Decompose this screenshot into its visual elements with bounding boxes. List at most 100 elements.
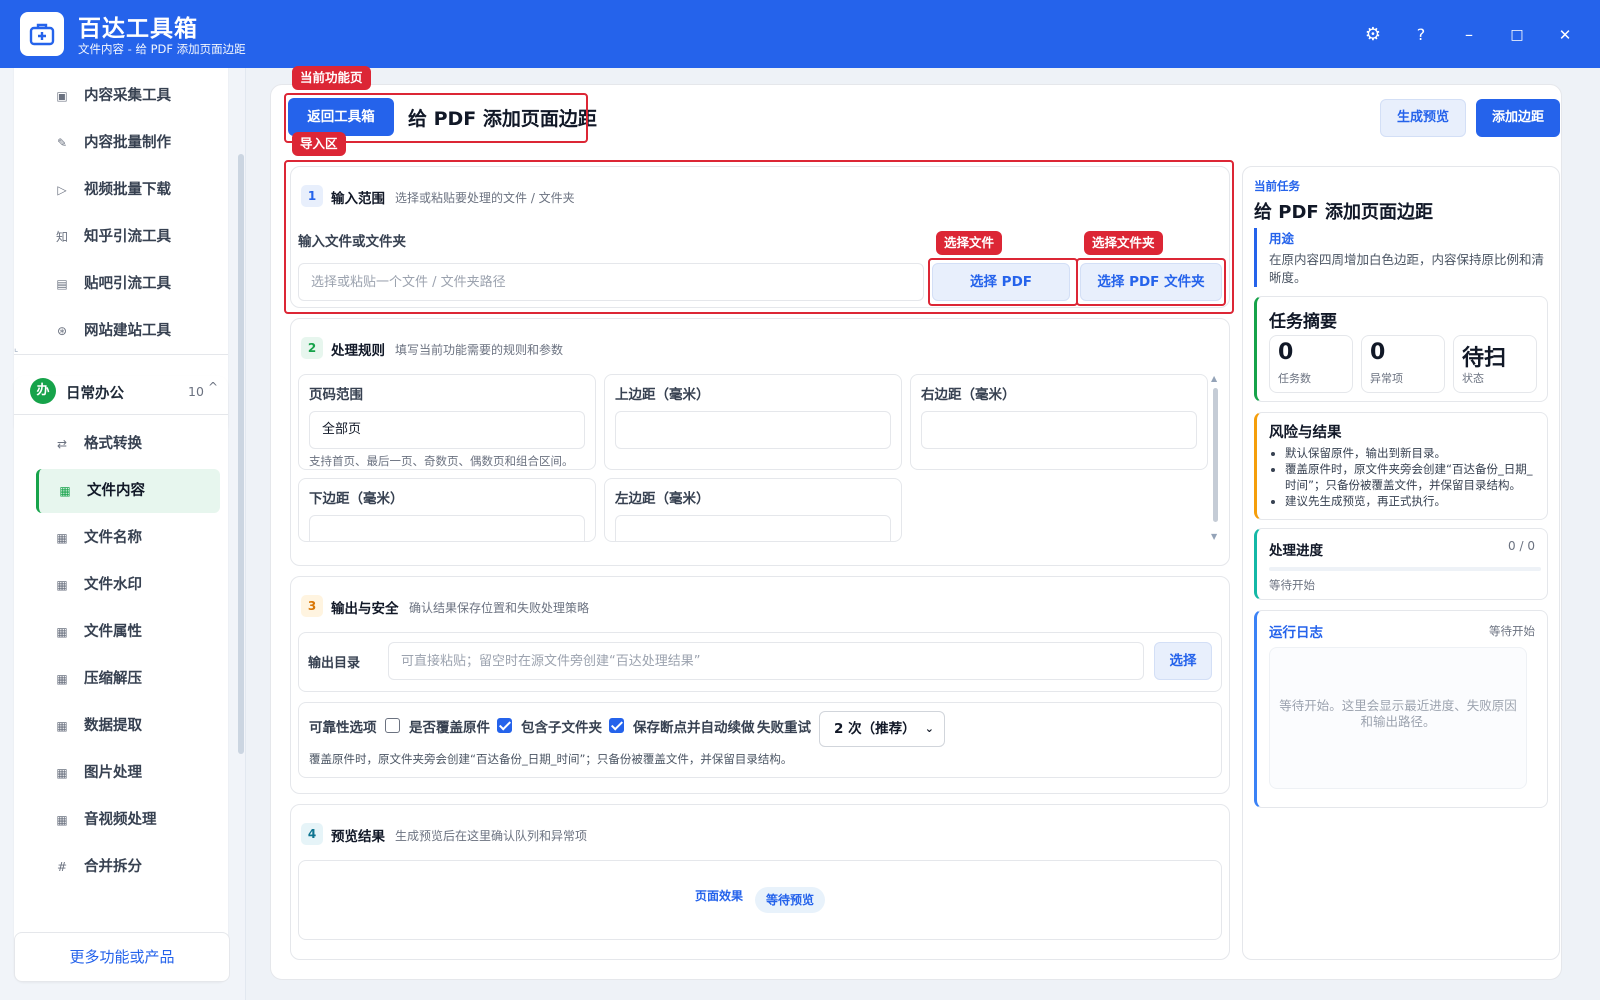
generate-preview-button[interactable]: 生成预览 <box>1380 99 1466 137</box>
sidebar-item-image[interactable]: ▦ 图片处理 <box>36 751 220 795</box>
reliability-label: 可靠性选项 <box>309 720 377 736</box>
bottom-margin-label: 下边距（毫米） <box>309 491 404 507</box>
right-margin-input[interactable] <box>921 411 1197 449</box>
left-margin-input[interactable] <box>615 515 891 541</box>
grid-icon: ▦ <box>56 578 68 592</box>
left-margin-label: 左边距（毫米） <box>615 491 710 507</box>
top-margin-input[interactable] <box>615 411 891 449</box>
current-task-label: 当前任务 <box>1254 179 1300 193</box>
sidebar-item-data-extract[interactable]: ▦ 数据提取 <box>36 704 220 748</box>
sidebar-item-file-watermark[interactable]: ▦ 文件水印 <box>36 563 220 607</box>
sidebar-item-zhihu[interactable]: 知 知乎引流工具 <box>36 215 220 259</box>
more-products-button[interactable]: 更多功能或产品 <box>14 932 230 982</box>
sidebar-item-file-content[interactable]: ▦ 文件内容 <box>36 469 220 513</box>
sidebar-item-label: 文件属性 <box>84 624 142 640</box>
progress-bar <box>1269 567 1541 571</box>
scroll-up-icon[interactable]: ▲ <box>1211 374 1217 383</box>
section-number: 4 <box>301 823 323 845</box>
sidebar-item-audio-video[interactable]: ▦ 音视频处理 <box>36 798 220 842</box>
add-margin-button[interactable]: 添加边距 <box>1476 99 1560 137</box>
sidebar-item-video-download[interactable]: ▷ 视频批量下载 <box>36 168 220 212</box>
sidebar-item-label: 文件内容 <box>87 483 145 499</box>
video-icon: ▷ <box>57 183 67 197</box>
stat-label: 任务数 <box>1278 372 1311 385</box>
stat-label: 状态 <box>1462 372 1484 385</box>
sidebar-item-file-name[interactable]: ▦ 文件名称 <box>36 516 220 560</box>
stat-exceptions: 0 异常项 <box>1361 335 1445 393</box>
tieba-icon: ▤ <box>56 277 68 291</box>
sidebar-item-label: 视频批量下载 <box>84 182 171 198</box>
log-output[interactable]: 等待开始。这里会显示最近进度、失败原因和输出路径。 <box>1269 647 1527 789</box>
resume-checkbox[interactable] <box>609 718 624 733</box>
minimize-icon[interactable]: – <box>1456 22 1482 48</box>
summary-title: 任务摘要 <box>1269 312 1337 332</box>
sidebar-item-label: 贴吧引流工具 <box>84 276 171 292</box>
group-name: 日常办公 <box>66 386 124 402</box>
sidebar-item-tieba[interactable]: ▤ 贴吧引流工具 <box>36 262 220 306</box>
rules-scrollbar[interactable] <box>1213 388 1218 522</box>
chevron-up-icon: ^ <box>208 380 219 394</box>
preview-area: 页面效果 等待预览 <box>298 860 1222 940</box>
close-icon[interactable]: ✕ <box>1552 22 1578 48</box>
help-icon[interactable]: ? <box>1408 22 1434 48</box>
risk-card: 风险与结果 默认保留原件，输出到新目录。 覆盖原件时，原文件夹旁会创建“百达备份… <box>1254 412 1548 520</box>
summary-card: 任务摘要 0 任务数 0 异常项 待扫 状态 <box>1254 296 1548 402</box>
risk-title: 风险与结果 <box>1269 425 1342 441</box>
stat-label: 异常项 <box>1370 372 1403 385</box>
stat-tasks: 0 任务数 <box>1269 335 1353 393</box>
subfolder-checkbox[interactable] <box>497 718 512 733</box>
maximize-icon[interactable]: □ <box>1504 22 1530 48</box>
overwrite-checkbox[interactable] <box>385 718 400 733</box>
sidebar-scrollbar[interactable] <box>238 154 244 754</box>
grid-icon: ▦ <box>56 766 68 780</box>
annotation-current-page-tag: 当前功能页 <box>292 66 371 90</box>
risk-list: 默认保留原件，输出到新目录。 覆盖原件时，原文件夹旁会创建“百达备份_日期_时间… <box>1269 445 1541 509</box>
page-range-label: 页码范围 <box>309 387 363 403</box>
sidebar-item-label: 格式转换 <box>84 436 142 452</box>
group-badge: 办 <box>30 378 56 404</box>
sidebar-item-label: 内容采集工具 <box>84 88 171 104</box>
bottom-margin-field: 下边距（毫米） <box>298 478 596 542</box>
sidebar-item-label: 文件名称 <box>84 530 142 546</box>
preview-label: 页面效果 <box>695 889 744 903</box>
right-margin-field: 右边距（毫米） <box>910 374 1208 470</box>
sidebar-item-merge-split[interactable]: # 合并拆分 <box>36 845 220 889</box>
output-dir-input[interactable] <box>388 642 1144 680</box>
zhihu-icon: 知 <box>55 230 68 244</box>
progress-title: 处理进度 <box>1269 543 1323 559</box>
choose-output-button[interactable]: 选择 <box>1154 642 1212 680</box>
section-title: 预览结果 <box>331 829 385 845</box>
sidebar-item-label: 音视频处理 <box>84 812 157 828</box>
annotation-choose-file-box <box>928 258 1078 306</box>
sidebar-item-content-collect[interactable]: ▣ 内容采集工具 <box>36 74 220 118</box>
risk-item: 建议先生成预览，再正式执行。 <box>1285 493 1541 509</box>
subfolder-label: 包含子文件夹 <box>521 720 602 736</box>
section-title: 输出与安全 <box>331 601 399 617</box>
sidebar-group-header[interactable]: 办 日常办公 10 ^ <box>30 376 222 412</box>
sidebar-item-website[interactable]: ⊛ 网站建站工具 <box>36 309 220 353</box>
grid-icon: ▦ <box>56 719 68 733</box>
grid-icon: ▦ <box>56 625 68 639</box>
grid-icon: ▦ <box>56 672 68 686</box>
sidebar-item-label: 压缩解压 <box>84 671 142 687</box>
sidebar-item-file-attributes[interactable]: ▦ 文件属性 <box>36 610 220 654</box>
log-title: 运行日志 <box>1269 625 1323 641</box>
app-subtitle: 文件内容 - 给 PDF 添加页面边距 <box>78 42 246 56</box>
left-margin-field: 左边距（毫米） <box>604 478 902 542</box>
pen-icon: ✎ <box>56 136 68 150</box>
output-dir-label: 输出目录 <box>308 656 361 671</box>
stat-status: 待扫 状态 <box>1453 335 1537 393</box>
top-margin-field: 上边距（毫米） <box>604 374 902 470</box>
sidebar-item-compress[interactable]: ▦ 压缩解压 <box>36 657 220 701</box>
sidebar-item-content-batch[interactable]: ✎ 内容批量制作 <box>36 121 220 165</box>
settings-icon[interactable]: ⚙ <box>1360 22 1386 48</box>
sidebar-item-format-convert[interactable]: ⇄ 格式转换 <box>36 422 220 466</box>
preview-status-badge: 等待预览 <box>755 887 825 913</box>
sidebar-item-label: 内容批量制作 <box>84 135 171 151</box>
bottom-margin-input[interactable] <box>309 515 585 541</box>
section-number: 3 <box>301 595 323 617</box>
retry-select[interactable]: 2 次（推荐） ⌄ <box>819 711 945 747</box>
scroll-down-icon[interactable]: ▼ <box>1211 532 1217 541</box>
progress-card: 处理进度 0 / 0 等待开始 <box>1254 528 1548 600</box>
page-range-input[interactable]: 全部页 <box>309 411 585 449</box>
